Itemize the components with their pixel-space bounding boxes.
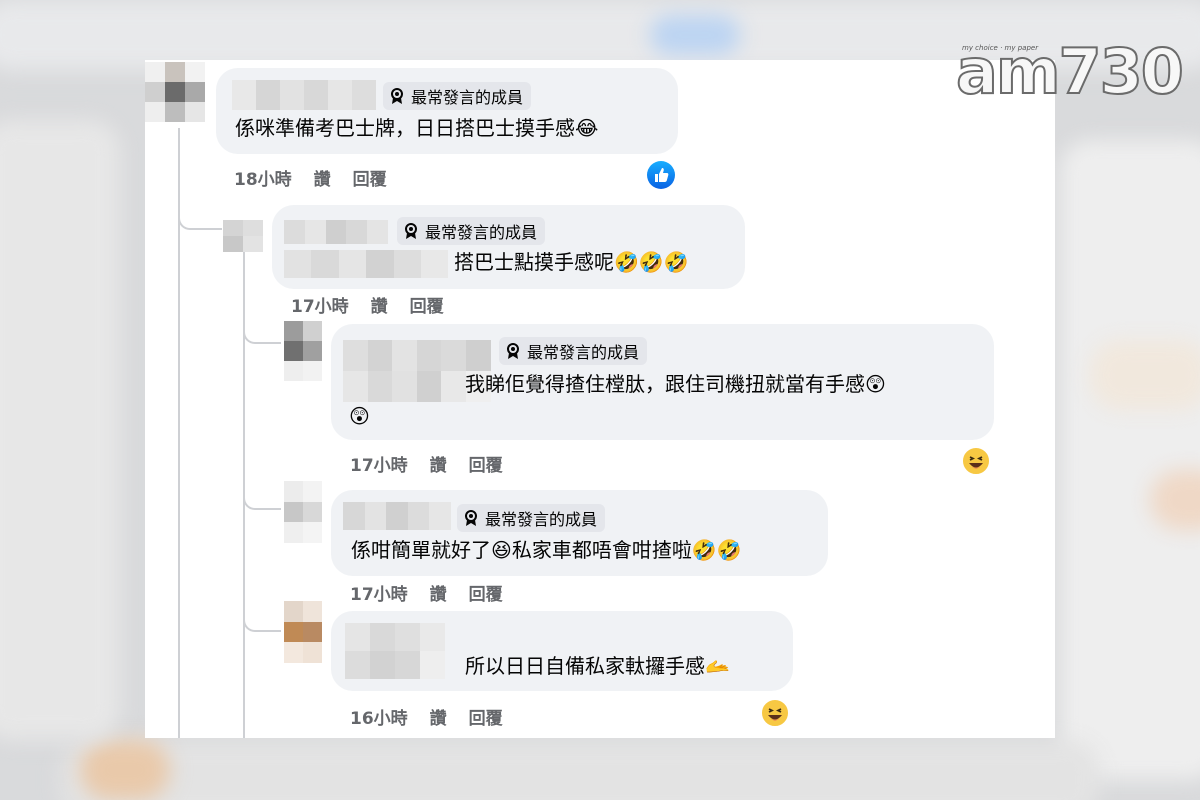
comment-text-continued: 😲 (349, 402, 370, 430)
top-contributor-badge: 最常發言的成員 (397, 217, 546, 245)
comment-text: 係咁簡單就好了😆私家車都唔會咁揸啦🤣🤣 (351, 538, 742, 562)
timestamp[interactable]: 18小時 (234, 165, 292, 190)
timestamp[interactable]: 17小時 (350, 451, 408, 476)
comment-text: 我睇佢覺得揸住樘肽，跟住司機扭就當有手感😲 (465, 372, 886, 396)
comment-text: 係咪準備考巴士牌，日日搭巴士摸手感😂 (235, 116, 599, 140)
top-contributor-badge: 最常發言的成員 (499, 337, 648, 365)
rofl-emoji: 🤣🤣🤣 (614, 250, 689, 274)
rofl-emoji: 🤣🤣 (691, 538, 742, 562)
comment-text: 搭巴士點摸手感呢🤣🤣🤣 (454, 250, 689, 274)
author-name-blurred[interactable] (232, 80, 376, 110)
background-blur (1060, 140, 1200, 780)
comment-thread: 最常發言的成員 係咪準備考巴士牌，日日搭巴士摸手感😂 18小時 讚 回覆 最常發… (145, 60, 1055, 738)
like-button[interactable]: 讚 (430, 451, 447, 476)
timestamp[interactable]: 16小時 (350, 704, 408, 729)
avatar[interactable] (284, 321, 322, 381)
top-contributor-badge: 最常發言的成員 (383, 82, 532, 110)
thread-connector (243, 322, 281, 344)
timestamp[interactable]: 17小時 (291, 292, 349, 317)
background-blur (1090, 340, 1200, 410)
comment-text: 所以日日自備私家軚攞手感🫴 (465, 654, 730, 678)
badge-icon (505, 342, 521, 360)
background-blur (650, 15, 740, 55)
am730-logo: am730 my choice · my paper (952, 32, 1185, 114)
like-button[interactable]: 讚 (430, 704, 447, 729)
reply-button[interactable]: 回覆 (353, 165, 387, 190)
background-blur (60, 740, 1100, 800)
background-blur (80, 740, 170, 800)
avatar[interactable] (284, 481, 322, 543)
thread-connector (243, 488, 281, 510)
badge-icon (403, 222, 419, 240)
shocked-emoji: 😲 (865, 372, 886, 396)
comment-actions: 18小時 讚 回覆 (234, 165, 387, 190)
grin-squint-emoji: 😆 (491, 538, 512, 562)
reply-button[interactable]: 回覆 (469, 451, 503, 476)
comment-actions: 16小時 讚 回覆 (350, 704, 503, 729)
like-button[interactable]: 讚 (371, 292, 388, 317)
reply-button[interactable]: 回覆 (410, 292, 444, 317)
haha-reaction-icon[interactable] (961, 446, 991, 476)
author-name-blurred[interactable] (343, 502, 451, 530)
avatar[interactable] (284, 601, 322, 663)
mention-blurred[interactable] (284, 250, 448, 278)
badge-icon (389, 87, 405, 105)
like-button[interactable]: 讚 (314, 165, 331, 190)
comment-actions: 17小時 讚 回覆 (350, 451, 503, 476)
badge-icon (463, 509, 479, 527)
like-button[interactable]: 讚 (430, 580, 447, 605)
top-contributor-badge: 最常發言的成員 (457, 504, 606, 532)
shocked-emoji: 😲 (349, 404, 370, 428)
author-name-blurred[interactable] (345, 623, 445, 679)
reply-button[interactable]: 回覆 (469, 580, 503, 605)
author-name-blurred[interactable] (284, 220, 388, 244)
haha-reaction-icon[interactable] (760, 698, 790, 728)
comment-actions: 17小時 讚 回覆 (350, 580, 503, 605)
palm-up-hand-emoji: 🫴 (705, 654, 730, 678)
laugh-emoji: 😂 (575, 116, 599, 140)
like-reaction-icon[interactable] (647, 161, 675, 189)
thread-connector (178, 200, 222, 230)
reply-button[interactable]: 回覆 (469, 704, 503, 729)
timestamp[interactable]: 17小時 (350, 580, 408, 605)
background-blur (0, 120, 120, 740)
logo-tagline: my choice · my paper (962, 44, 1039, 52)
avatar[interactable] (223, 220, 263, 252)
thread-connector (243, 610, 281, 632)
comment-actions: 17小時 讚 回覆 (291, 292, 444, 317)
avatar[interactable] (145, 62, 205, 122)
